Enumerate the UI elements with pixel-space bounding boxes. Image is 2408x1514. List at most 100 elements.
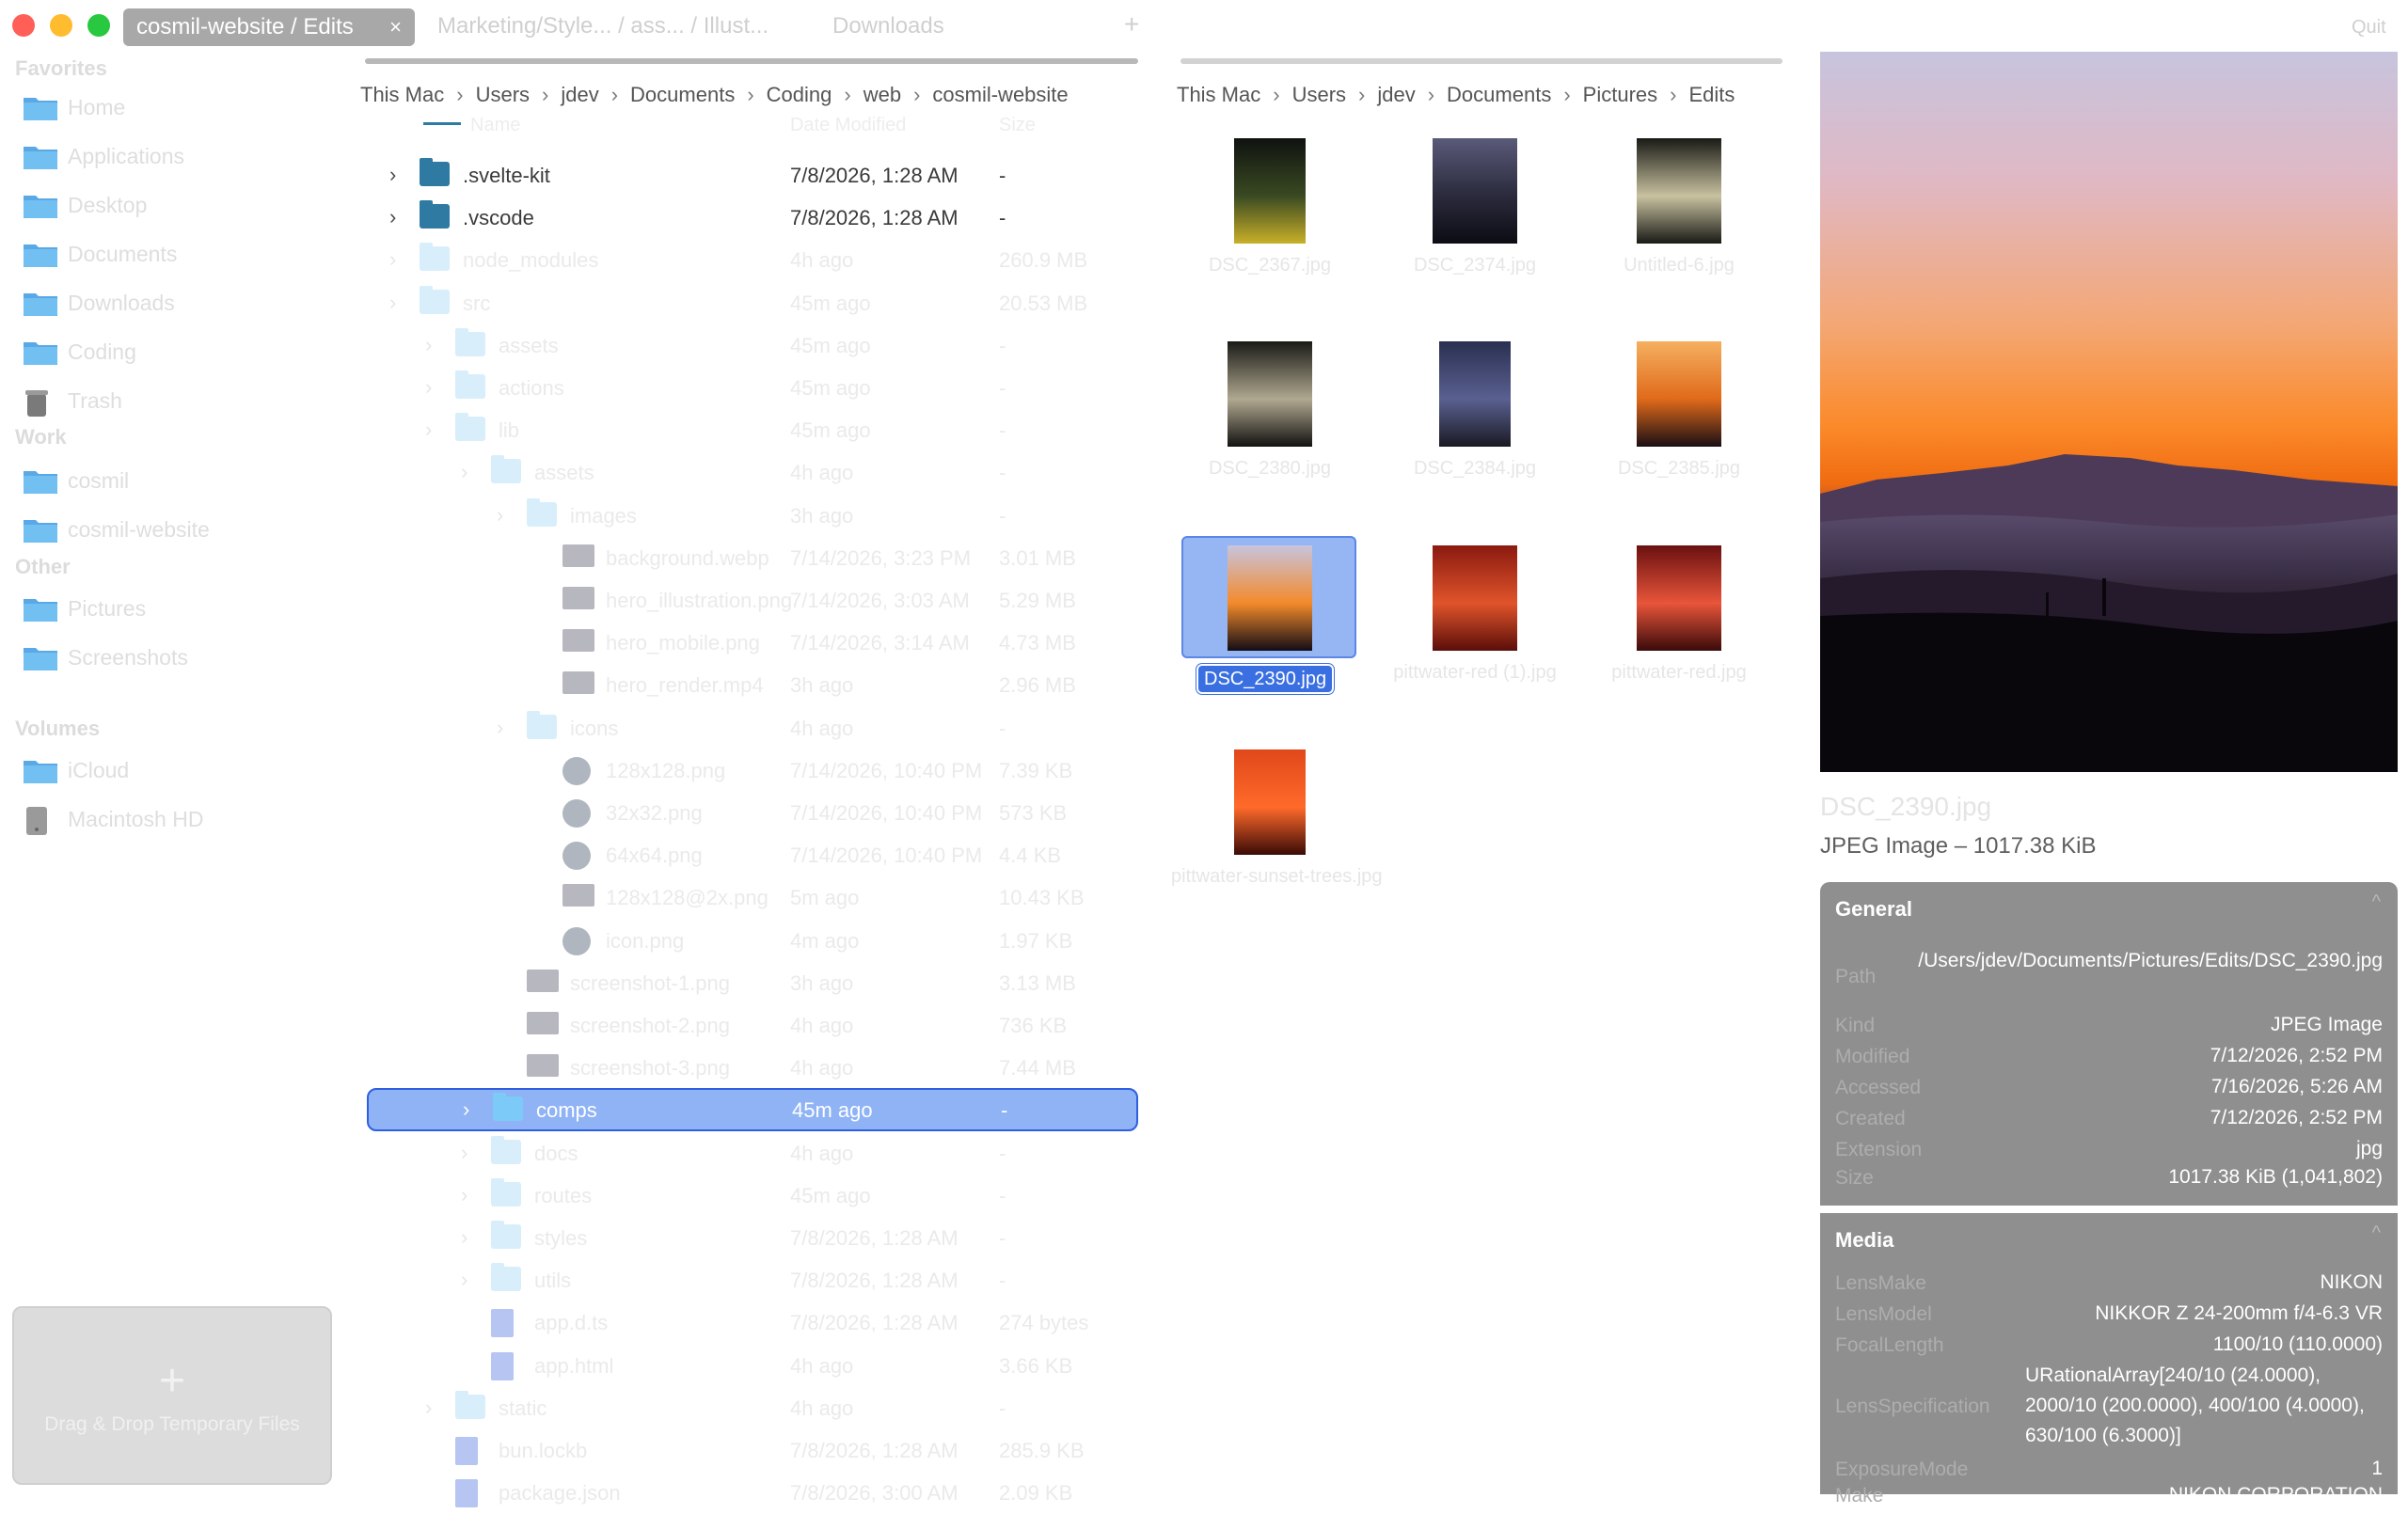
list-row[interactable]: › .vscode 7/8/2026, 1:28 AM - xyxy=(367,197,1138,239)
list-row[interactable]: screenshot-3.png 4h ago 7.44 MB xyxy=(367,1048,1138,1089)
tab-close-icon[interactable]: × xyxy=(389,8,402,46)
disclosure-chevron-icon[interactable]: › xyxy=(389,163,396,187)
sidebar-item-cosmil[interactable]: cosmil xyxy=(19,463,329,500)
close-window-button[interactable] xyxy=(12,14,35,37)
breadcrumb-item[interactable]: web xyxy=(863,83,901,107)
gallery-thumbnail[interactable]: pittwater-red (1).jpg xyxy=(1393,545,1557,683)
list-row[interactable]: 128x128.png 7/14/2026, 10:40 PM 7.39 KB xyxy=(367,750,1138,792)
breadcrumb-item[interactable]: jdev xyxy=(561,83,598,107)
gallery-thumbnail[interactable]: DSC_2385.jpg xyxy=(1618,341,1740,479)
list-row[interactable]: › actions 45m ago - xyxy=(367,368,1138,409)
disclosure-chevron-icon[interactable]: › xyxy=(389,291,396,315)
breadcrumb-item[interactable]: Documents xyxy=(630,83,735,107)
sidebar-item-icloud[interactable]: iCloud xyxy=(19,752,329,790)
list-row[interactable]: hero_mobile.png 7/14/2026, 3:14 AM 4.73 MB xyxy=(367,623,1138,664)
breadcrumb-item[interactable]: cosmil-website xyxy=(932,83,1068,107)
list-row[interactable]: background.webp 7/14/2026, 3:23 PM 3.01 MB xyxy=(367,538,1138,579)
disclosure-chevron-icon[interactable]: › xyxy=(461,1141,467,1165)
gallery-thumbnail[interactable]: pittwater-sunset-trees.jpg xyxy=(1171,749,1383,887)
right-pane-scrollbar[interactable] xyxy=(1180,58,1782,64)
gallery-thumbnail[interactable]: DSC_2367.jpg xyxy=(1209,138,1331,276)
disclosure-chevron-icon[interactable]: › xyxy=(497,503,503,528)
list-row[interactable]: package.json 7/8/2026, 3:00 AM 2.09 KB xyxy=(367,1473,1138,1514)
list-row[interactable]: › docs 4h ago - xyxy=(367,1133,1138,1175)
new-tab-button[interactable]: + xyxy=(1124,9,1139,39)
gallery-thumbnail[interactable] xyxy=(1228,545,1312,655)
sidebar-item-trash[interactable]: Trash xyxy=(19,383,329,420)
list-row[interactable]: app.html 4h ago 3.66 KB xyxy=(367,1346,1138,1387)
list-row[interactable]: › static 4h ago - xyxy=(367,1388,1138,1429)
list-row[interactable]: › images 3h ago - xyxy=(367,496,1138,537)
sidebar-item-applications[interactable]: Applications xyxy=(19,138,329,176)
list-row[interactable]: › src 45m ago 20.53 MB xyxy=(367,283,1138,324)
gallery-thumbnail[interactable]: DSC_2384.jpg xyxy=(1414,341,1536,479)
list-row-selected[interactable]: › comps 45m ago - xyxy=(367,1088,1138,1132)
disclosure-chevron-icon[interactable]: › xyxy=(425,375,432,400)
list-row[interactable]: › icons 4h ago - xyxy=(367,708,1138,749)
tab-marketing[interactable]: Marketing/Style... / ass... / Illust... xyxy=(437,13,768,39)
disclosure-chevron-icon[interactable]: › xyxy=(461,1183,467,1207)
list-row[interactable]: › utils 7/8/2026, 1:28 AM - xyxy=(367,1260,1138,1301)
gallery-thumbnail[interactable]: DSC_2380.jpg xyxy=(1209,341,1331,479)
col-header-name[interactable]: Name xyxy=(470,115,520,136)
sidebar-item-coding[interactable]: Coding xyxy=(19,334,329,371)
list-row[interactable]: › lib 45m ago - xyxy=(367,410,1138,451)
gallery-thumbnail[interactable]: Untitled-6.jpg xyxy=(1624,138,1735,276)
sidebar-item-home[interactable]: Home xyxy=(19,89,329,127)
list-row[interactable]: hero_illustration.png 7/14/2026, 3:03 AM 5… xyxy=(367,580,1138,622)
collapse-chevron-icon[interactable]: ^ xyxy=(2372,1222,2381,1244)
disclosure-chevron-icon[interactable]: › xyxy=(389,247,396,272)
list-row[interactable]: 64x64.png 7/14/2026, 10:40 PM 4.4 KB xyxy=(367,835,1138,876)
list-row[interactable]: › node_modules 4h ago 260.9 MB xyxy=(367,240,1138,281)
breadcrumb-item[interactable]: This Mac xyxy=(360,83,444,107)
list-row[interactable]: › routes 45m ago - xyxy=(367,1175,1138,1217)
list-row[interactable]: icon.png 4m ago 1.97 KB xyxy=(367,921,1138,962)
disclosure-chevron-icon[interactable]: › xyxy=(463,1097,469,1122)
sidebar-item-screenshots[interactable]: Screenshots xyxy=(19,639,329,677)
col-header-date[interactable]: Date Modified xyxy=(790,115,906,136)
disclosure-chevron-icon[interactable]: › xyxy=(497,716,503,740)
gallery-thumbnail[interactable]: pittwater-red.jpg xyxy=(1611,545,1747,683)
list-row[interactable]: bun.lockb 7/8/2026, 1:28 AM 285.9 KB xyxy=(367,1430,1138,1472)
sidebar-item-downloads[interactable]: Downloads xyxy=(19,285,329,323)
breadcrumb-item[interactable]: Coding xyxy=(767,83,832,107)
tab-cosmil-website-edits[interactable]: cosmil-website / Edits × xyxy=(123,8,415,46)
disclosure-chevron-icon[interactable]: › xyxy=(461,1225,467,1250)
left-pane-scrollbar[interactable] xyxy=(365,58,1138,64)
breadcrumb-item[interactable]: Pictures xyxy=(1583,83,1657,107)
sidebar-item-desktop[interactable]: Desktop xyxy=(19,187,329,225)
breadcrumb-item[interactable]: jdev xyxy=(1377,83,1415,107)
minimize-window-button[interactable] xyxy=(50,14,72,37)
selected-thumbnail-caption[interactable]: DSC_2390.jpg xyxy=(1196,664,1335,694)
list-row[interactable]: hero_render.mp4 3h ago 2.96 MB xyxy=(367,665,1138,706)
list-row[interactable]: › assets 45m ago - xyxy=(367,325,1138,367)
tab-downloads[interactable]: Downloads xyxy=(832,13,944,39)
list-row[interactable]: screenshot-2.png 4h ago 736 KB xyxy=(367,1005,1138,1047)
list-row[interactable]: › styles 7/8/2026, 1:28 AM - xyxy=(367,1218,1138,1259)
list-row[interactable]: 32x32.png 7/14/2026, 10:40 PM 573 KB xyxy=(367,793,1138,834)
disclosure-chevron-icon[interactable]: › xyxy=(461,1268,467,1292)
sidebar-item-macintosh-hd[interactable]: Macintosh HD xyxy=(19,801,329,839)
list-row[interactable]: › assets 4h ago - xyxy=(367,452,1138,494)
list-row[interactable]: screenshot-1.png 3h ago 3.13 MB xyxy=(367,963,1138,1004)
col-header-size[interactable]: Size xyxy=(999,115,1036,136)
breadcrumb-item[interactable]: This Mac xyxy=(1177,83,1260,107)
list-row[interactable]: app.d.ts 7/8/2026, 1:28 AM 274 bytes xyxy=(367,1302,1138,1344)
sidebar-item-documents[interactable]: Documents xyxy=(19,236,329,274)
disclosure-chevron-icon[interactable]: › xyxy=(425,1396,432,1420)
breadcrumb-item[interactable]: Users xyxy=(476,83,530,107)
sidebar-item-cosmil-website[interactable]: cosmil-website xyxy=(19,512,329,549)
temporary-files-dropzone[interactable]: + Drag & Drop Temporary Files xyxy=(12,1306,332,1485)
list-row[interactable]: 128x128@2x.png 5m ago 10.43 KB xyxy=(367,877,1138,919)
gallery-thumbnail[interactable]: DSC_2374.jpg xyxy=(1414,138,1536,276)
disclosure-chevron-icon[interactable]: › xyxy=(461,460,467,484)
collapse-chevron-icon[interactable]: ^ xyxy=(2372,891,2381,913)
breadcrumb-item[interactable]: Users xyxy=(1292,83,1346,107)
maximize-window-button[interactable] xyxy=(87,14,110,37)
disclosure-chevron-icon[interactable]: › xyxy=(425,418,432,442)
disclosure-chevron-icon[interactable]: › xyxy=(389,205,396,229)
breadcrumb-item[interactable]: Edits xyxy=(1688,83,1735,107)
disclosure-chevron-icon[interactable]: › xyxy=(425,333,432,357)
sidebar-item-pictures[interactable]: Pictures xyxy=(19,591,329,628)
breadcrumb-item[interactable]: Documents xyxy=(1447,83,1551,107)
